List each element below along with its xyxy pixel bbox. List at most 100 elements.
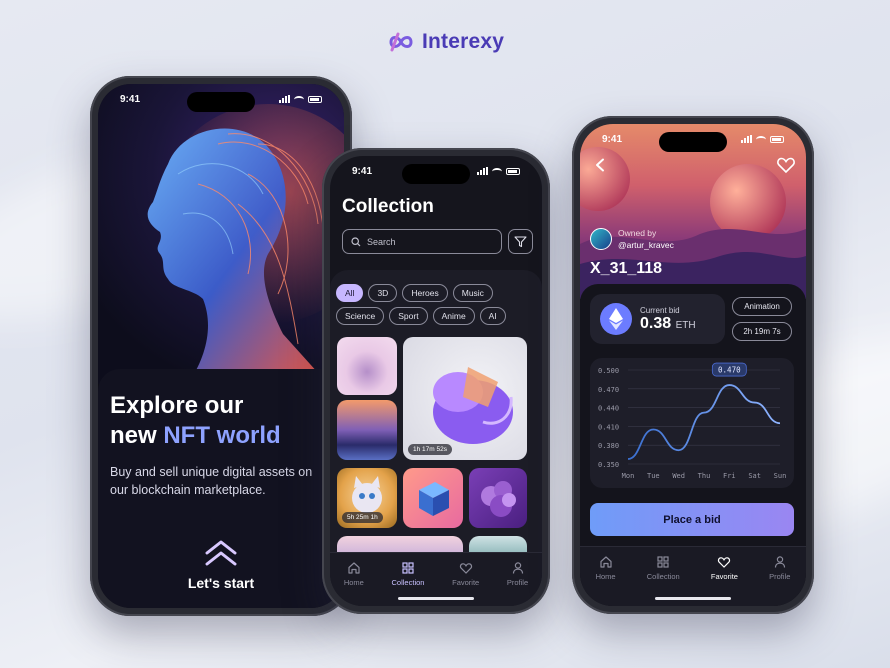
auction-timer-badge: 1h 17m 52s bbox=[408, 444, 452, 455]
y-tick-label: 0.410 bbox=[598, 423, 619, 431]
auction-timer-badge: 5h 25m 1h bbox=[342, 512, 383, 523]
phone-nft-detail: 9:41 Owned by @artur_kravec X_31_118 Cur… bbox=[572, 116, 814, 614]
x-tick-label: Wed bbox=[672, 472, 685, 480]
tab-home[interactable]: Home bbox=[596, 555, 616, 606]
tab-label: Home bbox=[343, 578, 364, 587]
onboarding-card: Explore our new NFT world Buy and sell u… bbox=[98, 369, 344, 608]
tab-label: Collection bbox=[391, 578, 425, 587]
chip-heroes[interactable]: Heroes bbox=[402, 284, 448, 302]
brand-name: Interexy bbox=[422, 30, 505, 53]
chip-ai[interactable]: AI bbox=[479, 307, 506, 325]
nft-tile[interactable] bbox=[337, 400, 397, 460]
wifi-icon bbox=[492, 167, 502, 175]
tab-label: Collection bbox=[646, 572, 680, 581]
place-bid-button[interactable]: Place a bid bbox=[590, 503, 794, 536]
chip-science[interactable]: Science bbox=[336, 307, 385, 325]
user-icon bbox=[774, 556, 785, 568]
current-bid-value-row: 0.38 ETH bbox=[640, 315, 696, 333]
nft-tile[interactable] bbox=[403, 468, 463, 528]
currency-label: ETH bbox=[675, 319, 696, 331]
current-bid-value: 0.38 bbox=[640, 314, 672, 332]
brand-logo: Interexy bbox=[388, 30, 504, 54]
y-tick-label: 0.440 bbox=[598, 405, 619, 413]
price-line bbox=[627, 384, 781, 460]
title-line-1: Explore our bbox=[110, 392, 244, 419]
y-tick-label: 0.500 bbox=[598, 367, 619, 375]
eth-diamond-glyph bbox=[609, 308, 623, 330]
chip-all[interactable]: All bbox=[336, 284, 364, 302]
title-prefix: new bbox=[110, 422, 164, 449]
nft-name: X_31_118 bbox=[590, 260, 663, 277]
price-chart-svg: 0.500 0.470 0.440 0.410 0.380 0.350Mon Tue Wed T… bbox=[598, 362, 786, 480]
chip-anime[interactable]: Anime bbox=[432, 307, 475, 325]
status-time: 9:41 bbox=[352, 165, 373, 177]
bid-info: Current bid 0.38 ETH bbox=[640, 306, 696, 333]
owner-text: Owned by @artur_kravec bbox=[618, 227, 674, 251]
chevron-left-icon bbox=[596, 158, 604, 172]
nft-tile[interactable] bbox=[337, 337, 397, 395]
chip-music[interactable]: Music bbox=[452, 284, 493, 302]
favorite-button[interactable] bbox=[776, 156, 796, 179]
grid-icon bbox=[657, 556, 669, 568]
battery-icon bbox=[308, 95, 322, 103]
chip-sport[interactable]: Sport bbox=[389, 307, 428, 325]
time-left-badge: 2h 19m 7s bbox=[732, 322, 792, 341]
home-indicator bbox=[398, 597, 474, 600]
title-line-2: new NFT world bbox=[110, 421, 332, 451]
filter-icon bbox=[514, 236, 527, 248]
owner-info[interactable]: Owned by @artur_kravec bbox=[590, 227, 674, 251]
abstract-3d-shape bbox=[433, 367, 513, 444]
nft-tile[interactable] bbox=[469, 468, 527, 528]
tab-label: Profile bbox=[506, 578, 529, 587]
tab-profile[interactable]: Profile bbox=[769, 555, 790, 606]
dynamic-island bbox=[187, 92, 255, 112]
y-tick-label: 0.470 bbox=[598, 386, 619, 394]
blob-art bbox=[481, 481, 516, 517]
x-tick-label: Fri bbox=[723, 472, 736, 480]
nft-tile-featured[interactable]: 1h 17m 52s bbox=[403, 337, 527, 460]
collection-screen: 9:41 Collection Search All 3D Heroes Mus… bbox=[330, 156, 542, 606]
onboarding-title: Explore our new NFT world bbox=[110, 391, 332, 451]
phone-onboarding: 9:41 Explore our new NFT world Buy and s… bbox=[90, 76, 352, 616]
y-tick-label: 0.380 bbox=[598, 442, 619, 450]
nft-tile[interactable]: 5h 25m 1h bbox=[337, 468, 397, 528]
heart-icon bbox=[459, 563, 472, 574]
heart-icon bbox=[777, 157, 795, 174]
x-tick-label: Tue bbox=[647, 472, 660, 480]
x-tick-label: Thu bbox=[698, 472, 711, 480]
tab-home[interactable]: Home bbox=[344, 561, 364, 606]
lets-start-button[interactable]: Let's start bbox=[98, 575, 344, 591]
grid-icon bbox=[402, 562, 414, 574]
search-input[interactable]: Search bbox=[342, 229, 502, 254]
double-chevron-up-icon[interactable] bbox=[203, 539, 239, 567]
phone-collection: 9:41 Collection Search All 3D Heroes Mus… bbox=[322, 148, 550, 614]
back-button[interactable] bbox=[594, 158, 606, 177]
x-tick-label: Mon bbox=[622, 472, 635, 480]
heart-icon bbox=[718, 557, 731, 568]
search-placeholder: Search bbox=[367, 236, 396, 247]
home-indicator bbox=[655, 597, 731, 600]
status-icons bbox=[741, 135, 784, 143]
nft-detail-screen: 9:41 Owned by @artur_kravec X_31_118 Cur… bbox=[580, 124, 806, 606]
y-tick-label: 0.350 bbox=[598, 461, 619, 469]
dynamic-island bbox=[402, 164, 470, 184]
cube-art bbox=[419, 482, 449, 516]
home-icon bbox=[599, 556, 612, 568]
filter-button[interactable] bbox=[508, 229, 533, 254]
signal-icon bbox=[741, 135, 752, 143]
home-icon bbox=[348, 562, 360, 574]
battery-icon bbox=[770, 135, 784, 143]
x-tick-label: Sat bbox=[748, 472, 761, 480]
price-chart: 0.500 0.470 0.440 0.410 0.380 0.350 Mon Tue Wed T… bbox=[590, 358, 794, 488]
search-icon bbox=[351, 236, 361, 246]
tab-profile[interactable]: Profile bbox=[507, 561, 528, 606]
battery-icon bbox=[506, 167, 520, 175]
chip-3d[interactable]: 3D bbox=[368, 284, 398, 302]
tab-label: Favorite bbox=[452, 578, 480, 587]
onboarding-subtitle: Buy and sell unique digital assets on ou… bbox=[110, 465, 313, 497]
highlight-value: 0.470 bbox=[718, 366, 741, 375]
onboarding-screen: 9:41 Explore our new NFT world Buy and s… bbox=[98, 84, 344, 608]
tab-label: Profile bbox=[769, 572, 791, 581]
current-bid-card: Current bid 0.38 ETH bbox=[590, 294, 725, 344]
category-badge[interactable]: Animation bbox=[732, 297, 792, 316]
